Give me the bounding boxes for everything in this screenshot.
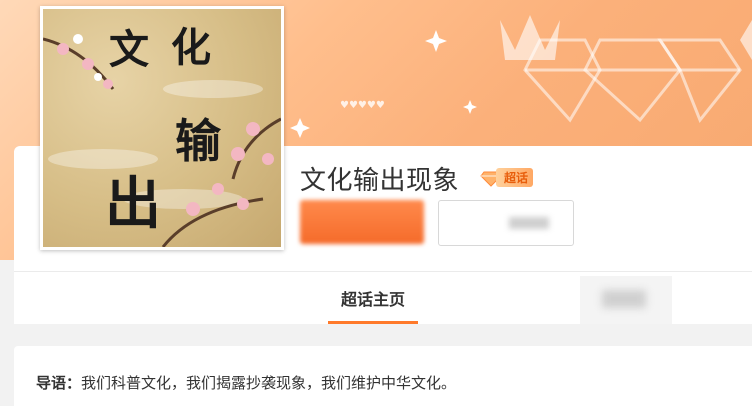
topic-title: 文化输出现象 [300, 166, 460, 196]
blurred-label [509, 217, 549, 229]
tab-super-topic-home[interactable]: 超话主页 [328, 272, 418, 324]
super-topic-badge: 超话 [480, 166, 542, 188]
follow-button[interactable] [300, 200, 424, 244]
avatar-glyph-4: 出 [105, 171, 161, 237]
intro-text: 我们科普文化，我们揭露抄袭现象，我们维护中华文化。 [81, 374, 457, 392]
calligraphy-avatar-art [43, 34, 281, 247]
blurred-tab-label [602, 290, 646, 308]
tab-blurred[interactable] [580, 276, 672, 324]
intro-label: 导语： [36, 374, 82, 392]
secondary-action-button[interactable] [438, 200, 574, 246]
badge-label: 超话 [496, 167, 534, 187]
active-tab-indicator [328, 321, 418, 324]
svg-text:♥♥♥♥♥: ♥♥♥♥♥ [340, 100, 385, 111]
avatar-glyph-1: 文 [109, 26, 149, 73]
avatar-glyph-2: 化 [171, 24, 211, 71]
intro-line: 导语：我们科普文化，我们揭露抄袭现象，我们维护中华文化。 [36, 372, 456, 393]
intro-panel: 导语：我们科普文化，我们揭露抄袭现象，我们维护中华文化。 [14, 346, 752, 406]
topic-avatar: 文 化 输 出 [40, 6, 284, 250]
avatar-glyph-3: 输 [175, 114, 221, 168]
